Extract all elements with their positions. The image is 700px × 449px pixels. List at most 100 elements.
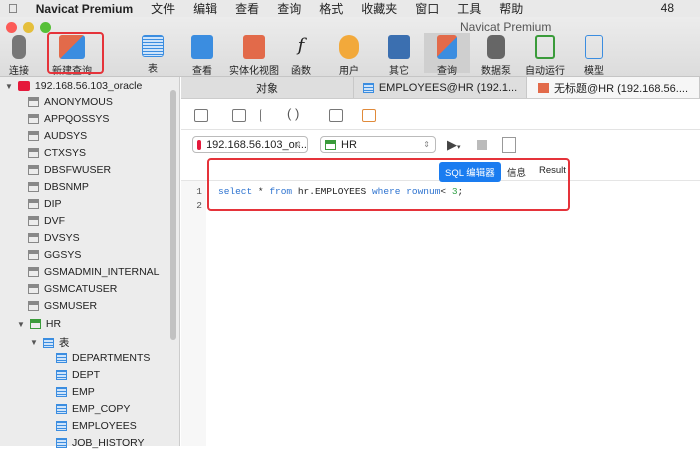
tree-tables-folder[interactable]: ▼ 表 xyxy=(30,335,69,350)
plug-icon xyxy=(12,35,26,59)
tree-schema[interactable]: DIP xyxy=(28,198,62,210)
expand-icon[interactable]: ▼ xyxy=(17,320,25,329)
toolbar-connect[interactable]: 连接 xyxy=(0,35,42,77)
tree-connection[interactable]: ▼ 192.168.56.103_oracle xyxy=(5,80,142,92)
tree-label: GGSYS xyxy=(44,249,82,261)
code-snippet-icon[interactable]: ( ) xyxy=(287,106,299,121)
toolbar-model[interactable]: 模型 xyxy=(571,35,617,77)
tree-table[interactable]: JOB_HISTORY xyxy=(56,437,145,449)
tree-table[interactable]: EMP xyxy=(56,386,95,398)
tree-schema[interactable]: APPQOSSYS xyxy=(28,113,109,125)
query-builder-icon[interactable] xyxy=(232,109,246,122)
line-gutter xyxy=(181,181,206,446)
tree-table[interactable]: EMPLOYEES xyxy=(56,420,137,432)
tree-table[interactable]: EMP_COPY xyxy=(56,403,130,415)
tree-table[interactable]: DEPARTMENTS xyxy=(56,352,150,364)
tree-schema[interactable]: GSMCATUSER xyxy=(28,283,117,295)
menu-window[interactable]: 窗口 xyxy=(415,0,439,17)
toolbar-table[interactable]: 表 xyxy=(130,35,176,75)
oracle-icon xyxy=(17,81,30,91)
tree-schema[interactable]: AUDSYS xyxy=(28,130,87,142)
materialized-view-icon xyxy=(243,35,265,59)
tree-label: 表 xyxy=(58,337,70,349)
menu-query[interactable]: 查询 xyxy=(277,0,301,17)
tab-employees[interactable]: EMPLOYEES@HR (192.1... xyxy=(354,77,527,98)
menu-view[interactable]: 查看 xyxy=(235,0,259,17)
tree-table[interactable]: DEPT xyxy=(56,369,100,381)
updown-icon: ⇕ xyxy=(423,140,430,149)
tree-label: DEPT xyxy=(72,369,101,381)
toolbar-label: 连接 xyxy=(9,66,29,77)
save-icon[interactable] xyxy=(194,109,208,122)
toolbar-other[interactable]: 其它 xyxy=(376,35,422,77)
table-icon xyxy=(56,353,67,363)
menu-app[interactable]: Navicat Premium xyxy=(36,2,133,16)
tree-schema[interactable]: CTXSYS xyxy=(28,147,86,159)
tab-objects[interactable]: 对象 xyxy=(181,77,354,98)
toolbar-label: 函数 xyxy=(291,66,311,77)
schema-icon xyxy=(28,131,39,141)
schema-select[interactable]: HR ⇕ xyxy=(320,136,436,153)
export-result-icon[interactable] xyxy=(362,109,376,122)
tree-schema[interactable]: GSMUSER xyxy=(28,300,97,312)
tab-label: EMPLOYEES@HR (192.1... xyxy=(378,81,518,94)
line-number: 1 xyxy=(196,186,202,197)
schema-icon xyxy=(28,233,39,243)
close-button[interactable] xyxy=(6,22,17,33)
tree-label: DEPARTMENTS xyxy=(72,352,151,364)
toolbar-label: 实体化视图 xyxy=(229,66,279,77)
tree-label: 192.168.56.103_oracle xyxy=(34,80,143,92)
view-icon xyxy=(191,35,213,59)
tree-schema[interactable]: DVSYS xyxy=(28,232,80,244)
tree-label: GSMUSER xyxy=(44,300,98,312)
tree-schema[interactable]: GSMADMIN_INTERNAL xyxy=(28,266,160,278)
toolbar-label: 用户 xyxy=(339,66,359,77)
explain-icon[interactable] xyxy=(502,137,516,153)
tree-label: DBSNMP xyxy=(44,181,89,193)
toolbar-automation[interactable]: 自动运行 xyxy=(521,35,569,77)
tree-label: DIP xyxy=(44,198,62,210)
menu-file[interactable]: 文件 xyxy=(151,0,175,17)
tree-schema[interactable]: ANONYMOUS xyxy=(28,96,113,108)
window-title: Navicat Premium xyxy=(460,20,552,34)
menu-favorites[interactable]: 收藏夹 xyxy=(361,0,397,17)
menu-edit[interactable]: 编辑 xyxy=(193,0,217,17)
tree-label: AUDSYS xyxy=(44,130,88,142)
beautify-sql-icon[interactable] xyxy=(260,109,274,122)
user-icon xyxy=(339,35,359,59)
table-icon xyxy=(56,438,67,448)
schema-icon xyxy=(28,250,39,260)
apple-icon[interactable]:  xyxy=(8,1,18,16)
tree-label: GSMCATUSER xyxy=(44,283,118,295)
toolbar-view[interactable]: 查看 xyxy=(179,35,225,77)
toolbar-query[interactable]: 查询 xyxy=(424,33,470,77)
menu-tools[interactable]: 工具 xyxy=(457,0,481,17)
tree-schema[interactable]: DVF xyxy=(28,215,65,227)
run-icon[interactable]: ▶▾ xyxy=(447,137,461,153)
schema-icon xyxy=(28,284,39,294)
expand-icon[interactable]: ▼ xyxy=(5,82,13,91)
minimize-button[interactable] xyxy=(23,22,34,33)
toolbar-data-pump[interactable]: 数据泵 xyxy=(473,35,519,77)
menu-format[interactable]: 格式 xyxy=(319,0,343,17)
sidebar-scrollbar[interactable] xyxy=(170,90,176,340)
query-icon xyxy=(437,35,457,59)
text-icon[interactable] xyxy=(329,109,343,122)
tab-untitled-query[interactable]: 无标题@HR (192.168.56.... xyxy=(527,77,700,98)
stop-icon[interactable] xyxy=(477,140,487,150)
tree-schema[interactable]: DBSNMP xyxy=(28,181,89,193)
tree-schema-hr[interactable]: ▼ HR xyxy=(17,318,61,330)
toolbar-user[interactable]: 用户 xyxy=(326,35,372,77)
toolbar-label: 自动运行 xyxy=(525,66,565,77)
table-icon xyxy=(56,421,67,431)
tree-schema[interactable]: GGSYS xyxy=(28,249,81,261)
tree-schema[interactable]: DBSFWUSER xyxy=(28,164,111,176)
connection-select[interactable]: 192.168.56.103_or... ⇕ xyxy=(192,136,308,153)
toolbar-materialized-view[interactable]: 实体化视图 xyxy=(226,35,282,77)
table-icon xyxy=(56,387,67,397)
menu-help[interactable]: 帮助 xyxy=(499,0,523,17)
toolbar-label: 查询 xyxy=(437,66,457,77)
expand-icon[interactable]: ▼ xyxy=(30,338,38,347)
toolbar-function[interactable]: f 函数 xyxy=(278,35,324,77)
highlight-new-query xyxy=(47,32,104,74)
